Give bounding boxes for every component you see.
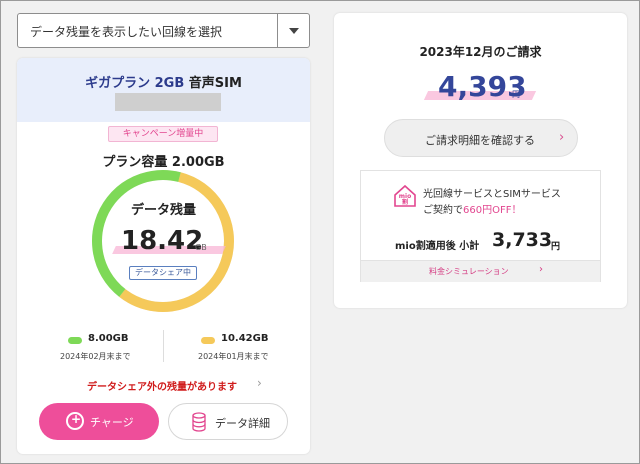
billing-yen: 円 [512,90,520,99]
chevron-right-icon: › [257,376,262,390]
line-select-value: データ残量を表示したい回線を選択 [30,25,223,39]
chevron-right-icon: › [559,130,565,145]
simulation-link-bar[interactable]: 料金シミュレーション › [361,260,600,282]
data-detail-button-label: データ詳細 [215,417,270,430]
line-select[interactable]: データ残量を表示したい回線を選択 [17,13,310,48]
mio-discount-promo: mio 割 光回線サービスとSIMサービス ご契約で660円OFF！ mio割適… [360,170,601,282]
mio-home-icon: mio 割 [394,184,416,207]
billing-detail-button[interactable]: ご請求明細を確認する › [384,119,578,157]
svg-text:割: 割 [402,198,408,206]
chevron-right-icon: › [539,264,543,275]
remaining-value: 18.42 [121,226,204,256]
phone-number-redacted [115,93,221,111]
promo-line-2-prefix: ご契約で [423,205,463,216]
simulation-link[interactable]: 料金シミュレーション [429,266,509,277]
plan-name-prefix: ギガプラン [85,76,151,91]
legend-yellow-value: 10.42GB [221,333,269,344]
promo-after-label: mio割適用後 小計 [395,241,480,252]
plus-icon: + [71,412,82,426]
charge-button[interactable]: + チャージ [39,403,159,440]
legend-yellow-expiry: 2024年01月末まで [198,352,269,361]
billing-detail-button-label: ご請求明細を確認する [425,134,535,147]
chevron-down-icon [289,28,299,34]
legend-green-value: 8.00GB [88,333,129,344]
plan-name-type: 音声SIM [188,76,242,91]
line-select-toggle[interactable] [277,14,309,47]
plan-name-size: 2GB [154,76,185,91]
promo-after-yen: 円 [551,242,561,252]
billing-title: 2023年12月のご請求 [419,45,542,59]
promo-after-value: 3,733 [492,229,553,251]
remaining-unit: GB [195,243,207,252]
data-share-tag: データシェア中 [129,266,197,280]
legend-green-expiry: 2024年02月末まで [60,352,131,361]
legend-yellow-swatch [201,337,215,344]
legend-divider [163,330,164,362]
charge-button-label: チャージ [90,416,134,429]
plan-name: ギガプラン 2GB 音声SIM [17,72,310,91]
promo-line-2: ご契約で660円OFF！ [423,201,521,216]
remaining-label: データ残量 [130,203,196,218]
data-usage-card: ギガプラン 2GB 音声SIM キャンペーン増量中 プラン容量 2.00GB デ… [17,58,310,454]
outside-share-link[interactable]: データシェア外の残量があります [87,378,237,393]
billing-card: 2023年12月のご請求 4,393 円 ご請求明細を確認する › mio 割 … [334,13,627,308]
data-detail-button[interactable]: データ詳細 [168,403,288,440]
database-icon [192,412,206,432]
plan-header: ギガプラン 2GB 音声SIM [17,58,310,122]
promo-line-1: 光回線サービスとSIMサービス [423,189,561,200]
legend-green-swatch [68,337,82,344]
campaign-tag: キャンペーン増量中 [108,126,218,142]
promo-discount-highlight: 660円OFF！ [463,205,522,216]
